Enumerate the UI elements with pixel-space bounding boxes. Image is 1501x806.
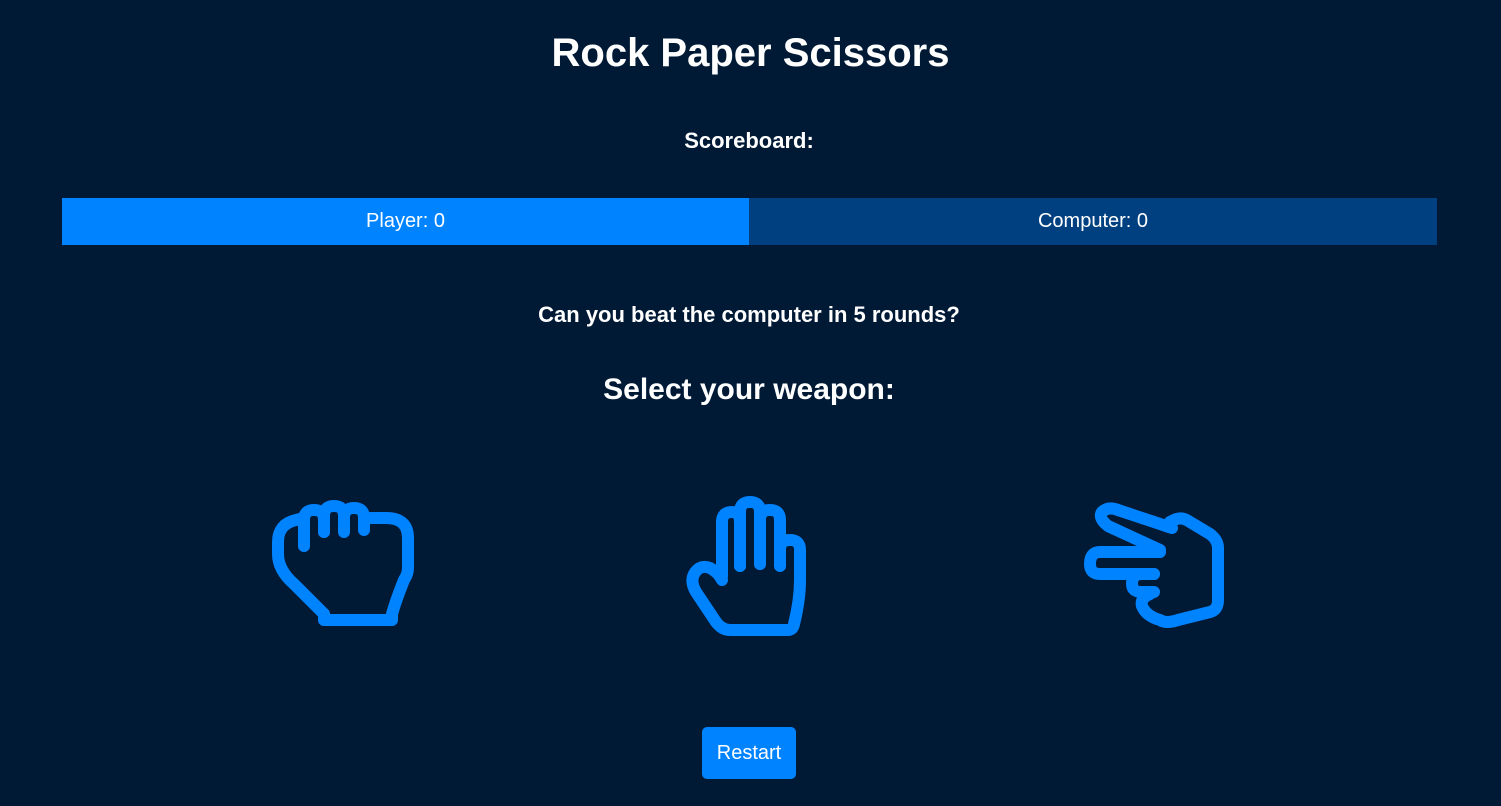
scissors-button[interactable]: [1074, 490, 1234, 650]
restart-button[interactable]: Restart: [702, 727, 796, 779]
scoreboard: Player: 0 Computer: 0: [62, 198, 1437, 245]
computer-score: Computer: 0: [749, 198, 1437, 245]
fist-icon: [272, 500, 414, 626]
player-score: Player: 0: [62, 198, 749, 245]
two-fingers-hand-icon: [1084, 502, 1224, 628]
scoreboard-label: Scoreboard:: [684, 128, 814, 153]
challenge-text: Can you beat the computer in 5 rounds?: [538, 302, 960, 327]
page-title: Rock Paper Scissors: [551, 31, 950, 75]
select-weapon-heading: Select your weapon:: [603, 373, 895, 406]
rock-button[interactable]: [264, 490, 424, 650]
paper-button[interactable]: [670, 490, 830, 650]
open-hand-icon: [686, 496, 806, 636]
